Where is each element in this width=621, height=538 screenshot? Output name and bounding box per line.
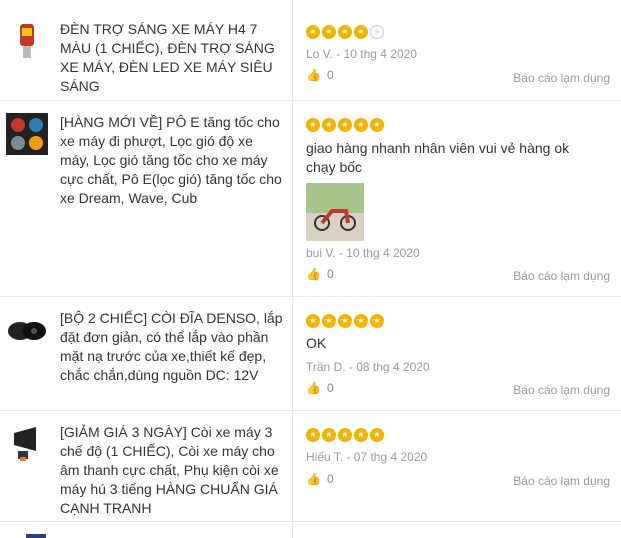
thumbs-up-icon: 👍 [306,472,321,486]
review-author-date: Trần D. - 08 thg 4 2020 [306,360,430,374]
star-filled-icon: ★ [306,25,320,39]
product-thumbnail-headlight[interactable] [6,20,48,62]
star-filled-icon: ★ [354,118,368,132]
product-name[interactable]: [GIẢM GIÁ 3 NGÀY] Còi xe máy 3 chế độ (1… [60,423,286,518]
review-comment: OK [306,335,327,351]
product-thumbnail-exhaust[interactable] [6,113,48,155]
report-abuse-link[interactable]: Báo cáo lạm dụng [513,383,610,397]
star-filled-icon: ★ [338,25,352,39]
star-filled-icon: ★ [322,25,336,39]
star-filled-icon: ★ [354,428,368,442]
star-filled-icon: ★ [370,118,384,132]
report-abuse-link[interactable]: Báo cáo lạm dụng [513,269,610,283]
thumbs-up-icon: 👍 [306,381,321,395]
like-count: 0 [326,381,334,395]
star-filled-icon: ★ [338,118,352,132]
next-row-thumbnail-partial [26,534,46,538]
star-filled-icon: ★ [322,428,336,442]
review-row: [GIẢM GIÁ 3 NGÀY] Còi xe máy 3 chế độ (1… [0,411,621,522]
review-row: [BỘ 2 CHIẾC] CÒI ĐĨA DENSO, lắp đặt đơn … [0,297,621,411]
rating-stars: ★ ★ ★ ★ ★ [306,25,384,39]
thumbs-up-icon: 👍 [306,68,321,82]
rating-stars: ★ ★ ★ ★ ★ [306,118,384,132]
rating-stars: ★ ★ ★ ★ ★ [306,428,384,442]
report-abuse-link[interactable]: Báo cáo lạm dụng [513,474,610,488]
star-filled-icon: ★ [306,428,320,442]
review-author-date: Hiếu T. - 07 thg 4 2020 [306,450,428,464]
product-name[interactable]: [HÀNG MỚI VỀ] PÔ E tăng tốc cho xe máy đ… [60,113,286,208]
star-filled-icon: ★ [322,118,336,132]
review-author-date: Lo V. - 10 thg 4 2020 [306,47,417,61]
like-count: 0 [326,68,334,82]
like-button[interactable]: 👍 0 [306,267,334,281]
report-abuse-link[interactable]: Báo cáo lạm dụng [513,71,610,85]
product-name[interactable]: ĐÈN TRỢ SÁNG XE MÁY H4 7 MÀU (1 CHIẾC), … [60,20,286,96]
star-filled-icon: ★ [306,118,320,132]
thumbs-up-icon: 👍 [306,267,321,281]
star-filled-icon: ★ [322,314,336,328]
product-name[interactable]: [BỘ 2 CHIẾC] CÒI ĐĨA DENSO, lắp đặt đơn … [60,309,286,385]
star-filled-icon: ★ [370,428,384,442]
star-filled-icon: ★ [338,428,352,442]
review-comment: giao hàng nhanh nhân viên vui vẻ hàng ok… [306,140,570,175]
star-filled-icon: ★ [338,314,352,328]
star-empty-icon: ★ [370,25,384,39]
like-count: 0 [326,267,334,281]
like-button[interactable]: 👍 0 [306,68,334,82]
star-filled-icon: ★ [354,25,368,39]
like-count: 0 [326,472,334,486]
like-button[interactable]: 👍 0 [306,381,334,395]
product-thumbnail-horn[interactable] [6,309,48,351]
review-author-date: bui V. - 10 thg 4 2020 [306,246,420,260]
product-thumbnail-siren[interactable] [6,423,48,465]
review-photo[interactable] [306,183,364,241]
star-filled-icon: ★ [306,314,320,328]
star-filled-icon: ★ [370,314,384,328]
like-button[interactable]: 👍 0 [306,472,334,486]
star-filled-icon: ★ [354,314,368,328]
review-row: [HÀNG MỚI VỀ] PÔ E tăng tốc cho xe máy đ… [0,101,621,297]
rating-stars: ★ ★ ★ ★ ★ [306,314,384,328]
review-row: ĐÈN TRỢ SÁNG XE MÁY H4 7 MÀU (1 CHIẾC), … [0,0,621,101]
